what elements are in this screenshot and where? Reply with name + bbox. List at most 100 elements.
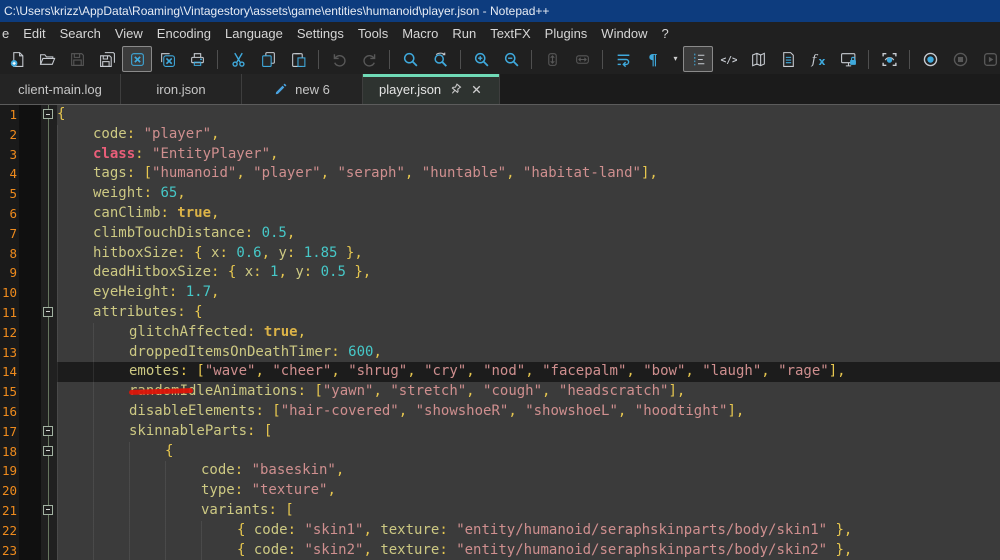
document-list-button[interactable] (773, 46, 803, 72)
code-line-text[interactable]: eyeHeight: 1.7, (57, 283, 1000, 303)
code-line-text[interactable]: disableElements: ["hair-covered", "shows… (57, 402, 1000, 422)
document-map-button[interactable] (743, 46, 773, 72)
word-wrap-button[interactable] (608, 46, 638, 72)
bookmark-margin[interactable] (19, 303, 41, 323)
menu-item-language[interactable]: Language (218, 24, 290, 43)
macro-record-button[interactable] (915, 46, 945, 72)
bookmark-margin[interactable] (19, 105, 41, 125)
code-line-text[interactable]: code: "baseskin", (57, 461, 1000, 481)
new-file-button[interactable] (2, 46, 32, 72)
fold-collapse-icon[interactable] (43, 307, 53, 317)
replace-button[interactable] (425, 46, 455, 72)
bookmark-margin[interactable] (19, 461, 41, 481)
bookmark-margin[interactable] (19, 382, 41, 402)
bookmark-margin[interactable] (19, 362, 41, 382)
code-line-text[interactable]: climbTouchDistance: 0.5, (57, 224, 1000, 244)
menu-item-window[interactable]: Window (594, 24, 654, 43)
bookmark-margin[interactable] (19, 541, 41, 560)
monitor-button[interactable] (833, 46, 863, 72)
bookmark-margin[interactable] (19, 184, 41, 204)
menu-item-tools[interactable]: Tools (351, 24, 395, 43)
code-line-text[interactable]: emotes: ["wave", "cheer", "shrug", "cry"… (57, 362, 1000, 382)
code-line-text[interactable]: variants: [ (57, 501, 1000, 521)
zoom-out-button[interactable] (496, 46, 526, 72)
fold-collapse-icon[interactable] (43, 446, 53, 456)
close-button[interactable] (122, 46, 152, 72)
function-list-button[interactable]: </> (713, 46, 743, 72)
function-completion-button[interactable]: fx (803, 46, 833, 72)
close-tab-icon[interactable] (470, 83, 483, 96)
code-line-text[interactable]: droppedItemsOnDeathTimer: 600, (57, 343, 1000, 363)
tab-player-json[interactable]: player.json (363, 74, 500, 104)
bookmark-margin[interactable] (19, 521, 41, 541)
indent-guide-button[interactable] (683, 46, 713, 72)
copy-button[interactable] (253, 46, 283, 72)
find-button[interactable] (395, 46, 425, 72)
code-line-text[interactable]: weight: 65, (57, 184, 1000, 204)
code-line-text[interactable]: class: "EntityPlayer", (57, 145, 1000, 165)
bookmark-margin[interactable] (19, 442, 41, 462)
code-line-text[interactable]: canClimb: true, (57, 204, 1000, 224)
macro-play-button[interactable] (975, 46, 1000, 72)
macro-stop-button[interactable] (945, 46, 975, 72)
code-line-text[interactable]: hitboxSize: { x: 0.6, y: 1.85 }, (57, 244, 1000, 264)
code-line-text[interactable]: skinnableParts: [ (57, 422, 1000, 442)
code-line-text[interactable]: tags: ["humanoid", "player", "seraph", "… (57, 164, 1000, 184)
code-line-text[interactable]: attributes: { (57, 303, 1000, 323)
sync-scroll-v-button[interactable] (537, 46, 567, 72)
bookmark-margin[interactable] (19, 343, 41, 363)
code-line-text[interactable]: { code: "skin2", texture: "entity/humano… (57, 541, 1000, 560)
paste-button[interactable] (283, 46, 313, 72)
pin-icon[interactable] (448, 82, 463, 97)
bookmark-margin[interactable] (19, 125, 41, 145)
cut-button[interactable] (223, 46, 253, 72)
sync-scroll-h-button[interactable] (567, 46, 597, 72)
menu-item-textfx[interactable]: TextFX (483, 24, 537, 43)
tab-new-6[interactable]: new 6 (242, 74, 363, 104)
bookmark-margin[interactable] (19, 501, 41, 521)
code-line-text[interactable]: code: "player", (57, 125, 1000, 145)
menu-item-plugins[interactable]: Plugins (538, 24, 595, 43)
bookmark-margin[interactable] (19, 164, 41, 184)
code-line-text[interactable]: deadHitboxSize: { x: 1, y: 0.5 }, (57, 263, 1000, 283)
fold-collapse-icon[interactable] (43, 109, 53, 119)
fold-collapse-icon[interactable] (43, 426, 53, 436)
fold-collapse-icon[interactable] (43, 505, 53, 515)
code-line-text[interactable]: randomIdleAnimations: ["yawn", "stretch"… (57, 382, 1000, 402)
menu-item-search[interactable]: Search (53, 24, 108, 43)
bookmark-margin[interactable] (19, 402, 41, 422)
bookmark-margin[interactable] (19, 422, 41, 442)
bookmark-margin[interactable] (19, 283, 41, 303)
print-button[interactable] (182, 46, 212, 72)
zoom-in-button[interactable] (466, 46, 496, 72)
bookmark-margin[interactable] (19, 323, 41, 343)
undo-button[interactable] (324, 46, 354, 72)
menu-item-macro[interactable]: Macro (395, 24, 445, 43)
bookmark-margin[interactable] (19, 145, 41, 165)
tab-client-main-log[interactable]: client-main.log (0, 74, 121, 104)
bookmark-margin[interactable] (19, 244, 41, 264)
redo-button[interactable] (354, 46, 384, 72)
bookmark-margin[interactable] (19, 224, 41, 244)
show-all-chars-dropdown-button[interactable]: ▾ (668, 46, 683, 72)
menu-item-encoding[interactable]: Encoding (150, 24, 218, 43)
bookmark-margin[interactable] (19, 263, 41, 283)
code-line-text[interactable]: glitchAffected: true, (57, 323, 1000, 343)
menu-item-edit[interactable]: Edit (16, 24, 52, 43)
show-all-chars-button[interactable]: ¶ (638, 46, 668, 72)
bookmark-margin[interactable] (19, 481, 41, 501)
camera-eye-button[interactable] (874, 46, 904, 72)
menu-item-run[interactable]: Run (445, 24, 483, 43)
code-line-text[interactable]: type: "texture", (57, 481, 1000, 501)
code-line-text[interactable]: { (57, 105, 1000, 125)
menu-item--[interactable]: ? (655, 24, 676, 43)
bookmark-margin[interactable] (19, 204, 41, 224)
menu-item-view[interactable]: View (108, 24, 150, 43)
tab-iron-json[interactable]: iron.json (121, 74, 242, 104)
close-all-button[interactable] (152, 46, 182, 72)
save-all-button[interactable] (92, 46, 122, 72)
menu-item-e[interactable]: e (0, 24, 16, 43)
editor-area[interactable]: 1{2code: "player",3class: "EntityPlayer"… (0, 105, 1000, 560)
menu-item-settings[interactable]: Settings (290, 24, 351, 43)
open-file-button[interactable] (32, 46, 62, 72)
